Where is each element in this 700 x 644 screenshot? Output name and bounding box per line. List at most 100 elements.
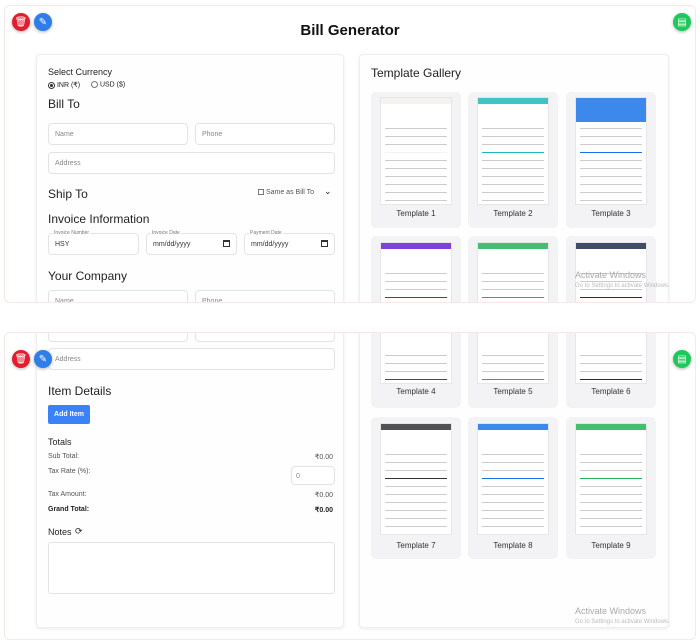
invoice-date-label: Invoice Date (151, 230, 181, 236)
bill-form-scrolled: Address Item Details Add Item Totals Sub… (36, 333, 344, 628)
thumbnail-line (385, 526, 447, 527)
thumbnail-line (385, 128, 447, 129)
thumbnail-line (385, 502, 447, 503)
tax-amount-value: ₹0.00 (314, 492, 333, 499)
thumbnail-line (482, 144, 544, 145)
thumbnail-line (580, 379, 642, 380)
bill-to-phone-input[interactable]: Phone (195, 123, 335, 145)
thumbnail-line (385, 470, 447, 471)
template-label: Template 5 (493, 387, 533, 396)
payment-date-label: Payment Date (249, 230, 283, 236)
thumbnail-line (580, 478, 642, 479)
thumbnail-line (482, 454, 544, 455)
thumbnail-line (482, 273, 544, 274)
template-card[interactable]: Template 4 (371, 236, 461, 302)
tax-rate-input[interactable]: 0 (291, 466, 335, 485)
currency-usd-radio[interactable]: USD ($) (91, 81, 125, 88)
template-label: Template 4 (396, 387, 436, 396)
thumbnail-line (580, 289, 642, 290)
company-phone-input[interactable] (195, 333, 335, 342)
totals-heading: Totals (48, 437, 72, 447)
thumbnail-line (385, 168, 447, 169)
thumbnail-line (482, 462, 544, 463)
thumbnail-line (482, 363, 544, 364)
thumbnail-line (482, 192, 544, 193)
thumbnail-line (580, 355, 642, 356)
thumbnail-line (580, 200, 642, 201)
template-card[interactable]: Template 6 (566, 333, 656, 408)
company-phone-input[interactable]: Phone (195, 290, 335, 302)
grand-total-value: ₹0.00 (314, 507, 333, 514)
thumbnail-line (482, 518, 544, 519)
thumbnail-line (385, 273, 447, 274)
watermark-subtitle: Go to Settings to activate Windows. (575, 619, 670, 625)
template-label: Template 2 (493, 209, 533, 218)
invoice-number-input[interactable]: Invoice Number HSY (48, 230, 139, 255)
template-card[interactable]: Template 5 (468, 236, 558, 302)
thumbnail-line (385, 518, 447, 519)
thumbnail-header (381, 243, 451, 249)
template-card[interactable]: Template 3 (566, 92, 656, 228)
edit-button[interactable]: ✎ (34, 350, 52, 368)
thumbnail-line (482, 502, 544, 503)
same-as-bill-to-checkbox[interactable]: Same as Bill To (258, 189, 314, 196)
currency-inr-radio[interactable]: INR (₹) (48, 81, 80, 89)
document-icon: ▤ (677, 353, 687, 365)
thumbnail-line (580, 144, 642, 145)
thumbnail-line (580, 462, 642, 463)
template-card[interactable]: Template 9 (566, 417, 656, 559)
thumbnail-line (482, 510, 544, 511)
thumbnail-line (482, 176, 544, 177)
chevron-down-icon[interactable]: ⌄ (324, 186, 332, 197)
thumbnail-line (385, 510, 447, 511)
ship-to-heading: Ship To (48, 187, 88, 201)
thumbnail-line (580, 136, 642, 137)
template-card[interactable]: Template 4 (371, 333, 461, 408)
your-company-heading: Your Company (48, 269, 127, 283)
template-card[interactable]: Template 5 (468, 333, 558, 408)
thumbnail-header (478, 424, 548, 430)
bill-to-name-input[interactable]: Name (48, 123, 188, 145)
currency-label: Select Currency (48, 67, 113, 77)
same-as-bill-to-label: Same as Bill To (265, 189, 315, 196)
thumbnail-line (385, 281, 447, 282)
refresh-icon[interactable]: ⟳ (75, 526, 83, 537)
notes-textarea[interactable] (48, 542, 335, 594)
thumbnail-line (385, 200, 447, 201)
template-card[interactable]: Template 7 (371, 417, 461, 559)
template-gallery: Template Gallery Template 1 Template 2 Tem… (359, 54, 669, 302)
thumbnail-line (580, 176, 642, 177)
generate-bill-button[interactable]: ▤ (673, 350, 691, 368)
calendar-icon[interactable] (321, 240, 328, 247)
thumbnail-header (576, 243, 646, 249)
add-item-button[interactable]: Add Item (48, 405, 90, 424)
invoice-info-heading: Invoice Information (48, 212, 150, 226)
invoice-date-input[interactable]: Invoice Date mm/dd/yyyy (146, 230, 237, 255)
company-address-input[interactable]: Address (48, 348, 335, 370)
delete-button[interactable]: 🗑 (12, 350, 30, 368)
bill-to-heading: Bill To (48, 97, 80, 111)
invoice-number-label: Invoice Number (53, 230, 91, 236)
payment-date-input[interactable]: Payment Date mm/dd/yyyy (244, 230, 335, 255)
bill-to-address-input[interactable]: Address (48, 152, 335, 174)
template-label: Template 8 (493, 541, 533, 550)
thumbnail-line (385, 144, 447, 145)
invoice-number-value: HSY (55, 241, 70, 248)
template-card[interactable]: Template 2 (468, 92, 558, 228)
template-card[interactable]: Template 8 (468, 417, 558, 559)
thumbnail-line (482, 470, 544, 471)
thumbnail-line (482, 184, 544, 185)
scrolled-view: Address Item Details Add Item Totals Sub… (4, 332, 696, 640)
thumbnail-line (580, 371, 642, 372)
trash-icon: 🗑 (14, 353, 28, 365)
thumbnail-line (482, 160, 544, 161)
thumbnail-line (580, 168, 642, 169)
subtotal-value: ₹0.00 (314, 454, 333, 461)
template-card[interactable]: Template 1 (371, 92, 461, 228)
template-thumbnail (575, 97, 647, 205)
thumbnail-line (482, 152, 544, 153)
calendar-icon[interactable] (223, 240, 230, 247)
gallery-heading: Template Gallery (371, 66, 462, 80)
company-name-input[interactable]: Name (48, 290, 188, 302)
company-name-input[interactable] (48, 333, 188, 342)
